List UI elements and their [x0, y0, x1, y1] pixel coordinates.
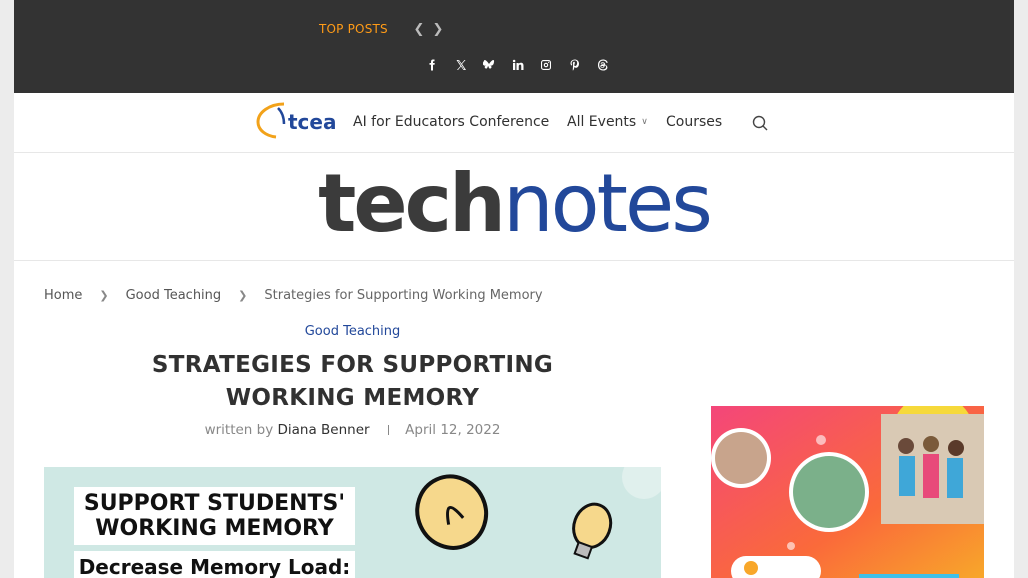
pinterest-icon[interactable]	[561, 55, 590, 75]
breadcrumb: Home ❯ Good Teaching ❯ Strategies for Su…	[44, 288, 543, 303]
article-hero-image: SUPPORT STUDENTS' WORKING MEMORY Decreas…	[44, 467, 661, 578]
site-masthead: technotes	[14, 153, 1014, 261]
nav-all-events[interactable]: All Events ∨	[567, 114, 648, 130]
facebook-icon[interactable]	[418, 55, 447, 75]
search-icon[interactable]	[751, 114, 769, 132]
page-frame: TOP POSTS ❮ ❯ tcea AI for Educators Conf…	[14, 0, 1014, 578]
chevron-right-icon[interactable]: ❯	[431, 20, 445, 40]
technotes-logo[interactable]: technotes	[14, 159, 1014, 249]
top-bar: TOP POSTS ❮ ❯	[14, 0, 1014, 93]
breadcrumb-current: Strategies for Supporting Working Memory	[264, 288, 543, 303]
bluesky-icon[interactable]	[475, 55, 504, 75]
nav-courses[interactable]: Courses	[666, 114, 722, 130]
article-title: STRATEGIES FOR SUPPORTING WORKING MEMORY	[151, 352, 554, 411]
author-link[interactable]: Diana Benner	[278, 422, 370, 438]
article-category-link[interactable]: Good Teaching	[44, 324, 661, 339]
brand-tech: tech	[318, 157, 506, 250]
publish-date: April 12, 2022	[405, 422, 501, 438]
chevron-down-icon: ∨	[641, 117, 648, 127]
article-meta: written by Diana Benner April 12, 2022	[44, 422, 661, 438]
social-links	[418, 55, 618, 75]
brand-notes: notes	[502, 157, 713, 250]
lightbulb-illustration	[415, 467, 661, 560]
x-icon[interactable]	[447, 55, 476, 75]
nav-ai-for-educators-conference[interactable]: AI for Educators Conference	[353, 114, 549, 130]
logo-text: tcea	[288, 110, 336, 134]
main-navigation: tcea AI for Educators Conference All Eve…	[14, 93, 1014, 153]
written-by-label: written by	[204, 422, 274, 438]
nav-all-events-label: All Events	[567, 114, 637, 130]
sidebar-advertisement[interactable]	[711, 406, 984, 578]
threads-icon[interactable]	[589, 55, 618, 75]
chevron-right-icon: ❯	[238, 289, 248, 302]
chevron-right-icon: ❯	[99, 289, 109, 302]
breadcrumb-home[interactable]: Home	[44, 288, 82, 303]
linkedin-icon[interactable]	[504, 55, 533, 75]
breadcrumb-category[interactable]: Good Teaching	[126, 288, 222, 303]
tcea-logo[interactable]: tcea	[254, 98, 340, 142]
chevron-left-icon[interactable]: ❮	[412, 20, 426, 40]
article-header: Good Teaching STRATEGIES FOR SUPPORTING …	[44, 320, 661, 438]
instagram-icon[interactable]	[532, 55, 561, 75]
top-posts-label: TOP POSTS	[319, 22, 388, 36]
meta-divider	[387, 425, 389, 435]
